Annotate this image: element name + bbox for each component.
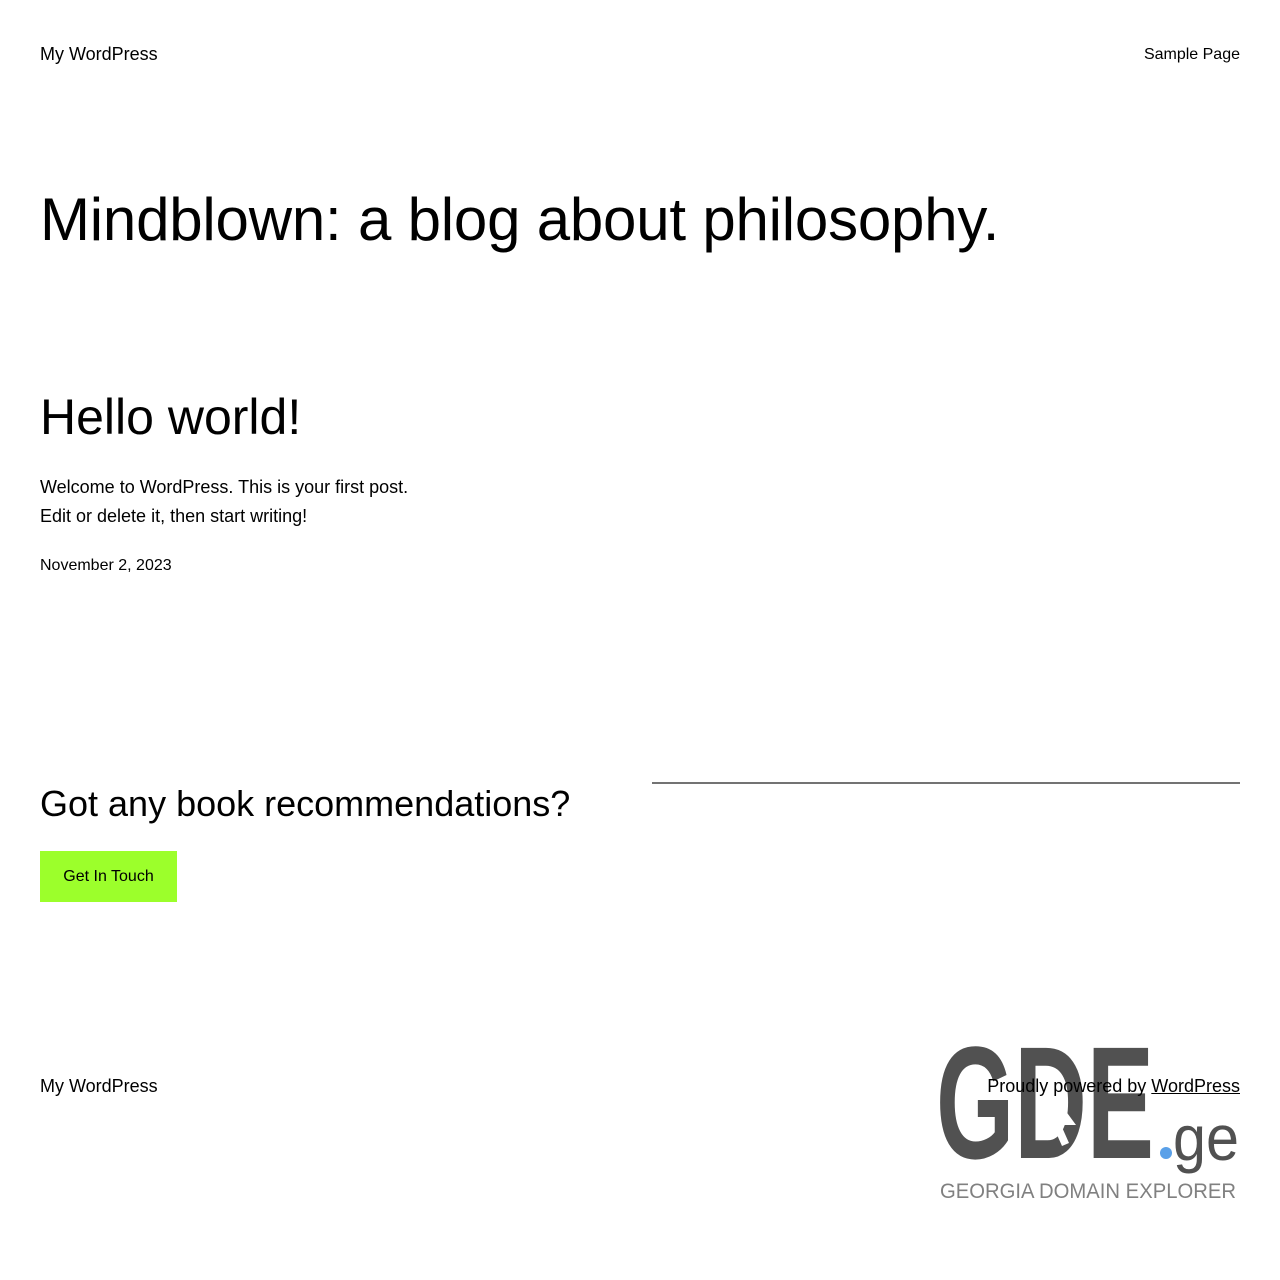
post-excerpt-line-1: Welcome to WordPress. This is your first… [40,477,409,497]
gde-watermark-logo: GDE ge GEORGIA DOMAIN EXPLORER [936,1030,1239,1203]
footer-credits: Proudly powered by WordPress [987,1076,1240,1097]
cta-heading: Got any book recommendations? [40,783,571,824]
site-title-link[interactable]: My WordPress [40,44,158,65]
nav-sample-page-link[interactable]: Sample Page [1144,46,1240,64]
get-in-touch-button[interactable]: Get In Touch [40,851,177,902]
gde-tagline: GEORGIA DOMAIN EXPLORER [940,1180,1236,1203]
post-date-link[interactable]: November 2, 2023 [40,557,172,575]
gde-logo-suffix: ge [1173,1102,1239,1174]
cta-separator [652,782,1240,784]
logo-dot [1160,1147,1172,1159]
wordpress-credit-link[interactable]: WordPress [1151,1076,1240,1096]
post-title-link[interactable]: Hello world! [40,389,301,445]
post-title: Hello world! [40,386,301,448]
post-excerpt: Welcome to WordPress. This is your first… [40,473,460,531]
post-excerpt-line-2: Edit or delete it, then start writing! [40,506,308,526]
footer-site-title-link[interactable]: My WordPress [40,1076,158,1097]
page-title: Mindblown: a blog about philosophy. [40,186,1000,253]
credits-prefix: Proudly powered by [987,1076,1147,1096]
